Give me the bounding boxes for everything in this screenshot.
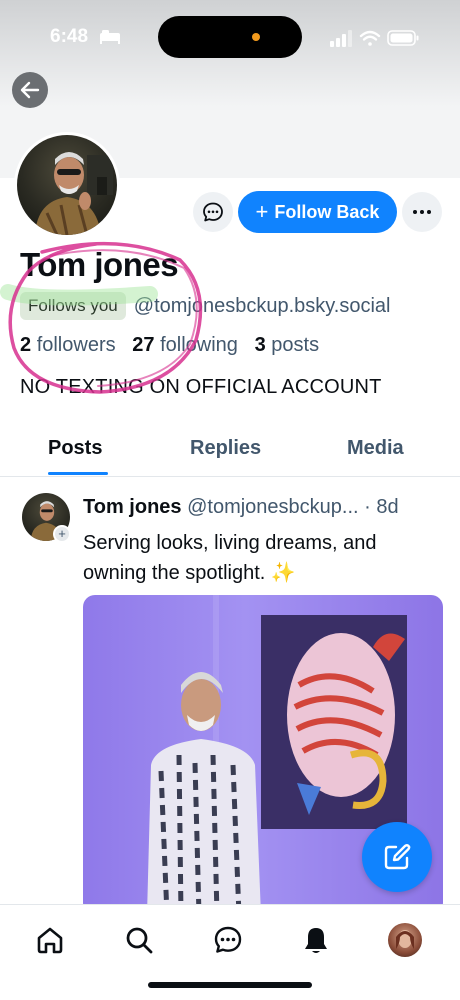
compose-button[interactable] (362, 822, 432, 892)
posts-count: 3 (254, 334, 266, 356)
followers-link[interactable]: 2 followers (20, 334, 116, 356)
search-icon (126, 927, 153, 954)
message-button[interactable] (193, 192, 233, 232)
following-link[interactable]: 27 following (132, 334, 238, 356)
profile-tabs: Posts Replies Media (0, 425, 460, 477)
nav-search[interactable] (122, 923, 156, 957)
status-time: 6:48 (50, 26, 89, 47)
signal-icon (330, 30, 352, 47)
more-options-button[interactable] (402, 192, 442, 232)
chat-bubble-icon (203, 202, 223, 222)
home-indicator (148, 982, 312, 988)
status-bar: 6:48 (0, 0, 460, 74)
arrow-left-icon (20, 81, 40, 99)
home-icon (37, 927, 63, 954)
posts-stat: 3 posts (255, 334, 320, 356)
profile-bio: NO TEXTING ON OFFICIAL ACCOUNT (20, 376, 382, 398)
avatar-photo (35, 152, 113, 235)
wifi-icon (359, 30, 381, 46)
nav-notifications[interactable] (299, 923, 333, 957)
follows-you-badge: Follows you (20, 292, 126, 320)
active-tab-indicator (48, 472, 108, 475)
dynamic-island (158, 16, 302, 58)
nav-messages[interactable] (211, 923, 245, 957)
followers-label: followers (36, 334, 116, 356)
bell-icon (305, 928, 327, 953)
posts-label: posts (271, 334, 320, 356)
profile-stats: 2 followers 27 following 3 posts (20, 334, 319, 357)
tab-replies[interactable]: Replies (190, 437, 261, 460)
followers-count: 2 (20, 334, 32, 356)
display-name: Tom jones (20, 246, 179, 283)
nav-home[interactable] (33, 923, 67, 957)
avatar-photo (396, 930, 414, 949)
chat-icon (214, 926, 242, 953)
profile-avatar[interactable] (14, 132, 120, 238)
poster-graphic (261, 615, 407, 829)
back-button[interactable] (12, 72, 48, 108)
recording-dot (252, 33, 260, 41)
tab-posts[interactable]: Posts (48, 437, 102, 460)
handle-row: Follows you @tomjonesbckup.bsky.social (20, 292, 390, 320)
battery-icon (387, 30, 419, 46)
following-label: following (160, 334, 238, 356)
follow-plus-icon[interactable]: + (53, 525, 71, 543)
post-age: 8d (376, 496, 399, 518)
post-author-name[interactable]: Tom jones (83, 496, 182, 518)
post-separator: · (364, 496, 371, 518)
follow-back-button[interactable]: + Follow Back (238, 191, 397, 233)
post-text: Serving looks, living dreams, and owning… (83, 532, 377, 584)
profile-handle: @tomjonesbckup.bsky.social (133, 294, 391, 317)
following-count: 27 (132, 334, 155, 356)
plus-icon: + (255, 199, 269, 224)
person-figure (147, 672, 261, 915)
post-author-handle: @tomjonesbckup... (187, 496, 359, 518)
tab-media[interactable]: Media (347, 437, 404, 460)
follow-back-label: Follow Back (274, 201, 380, 222)
sleep-focus-icon (100, 30, 120, 44)
ellipsis-icon (413, 210, 431, 214)
system-status-icons (330, 30, 419, 47)
pencil-square-icon (384, 844, 411, 870)
nav-profile-avatar[interactable] (388, 923, 422, 957)
post-header: Tom jones @tomjonesbckup... · 8d (83, 496, 443, 519)
